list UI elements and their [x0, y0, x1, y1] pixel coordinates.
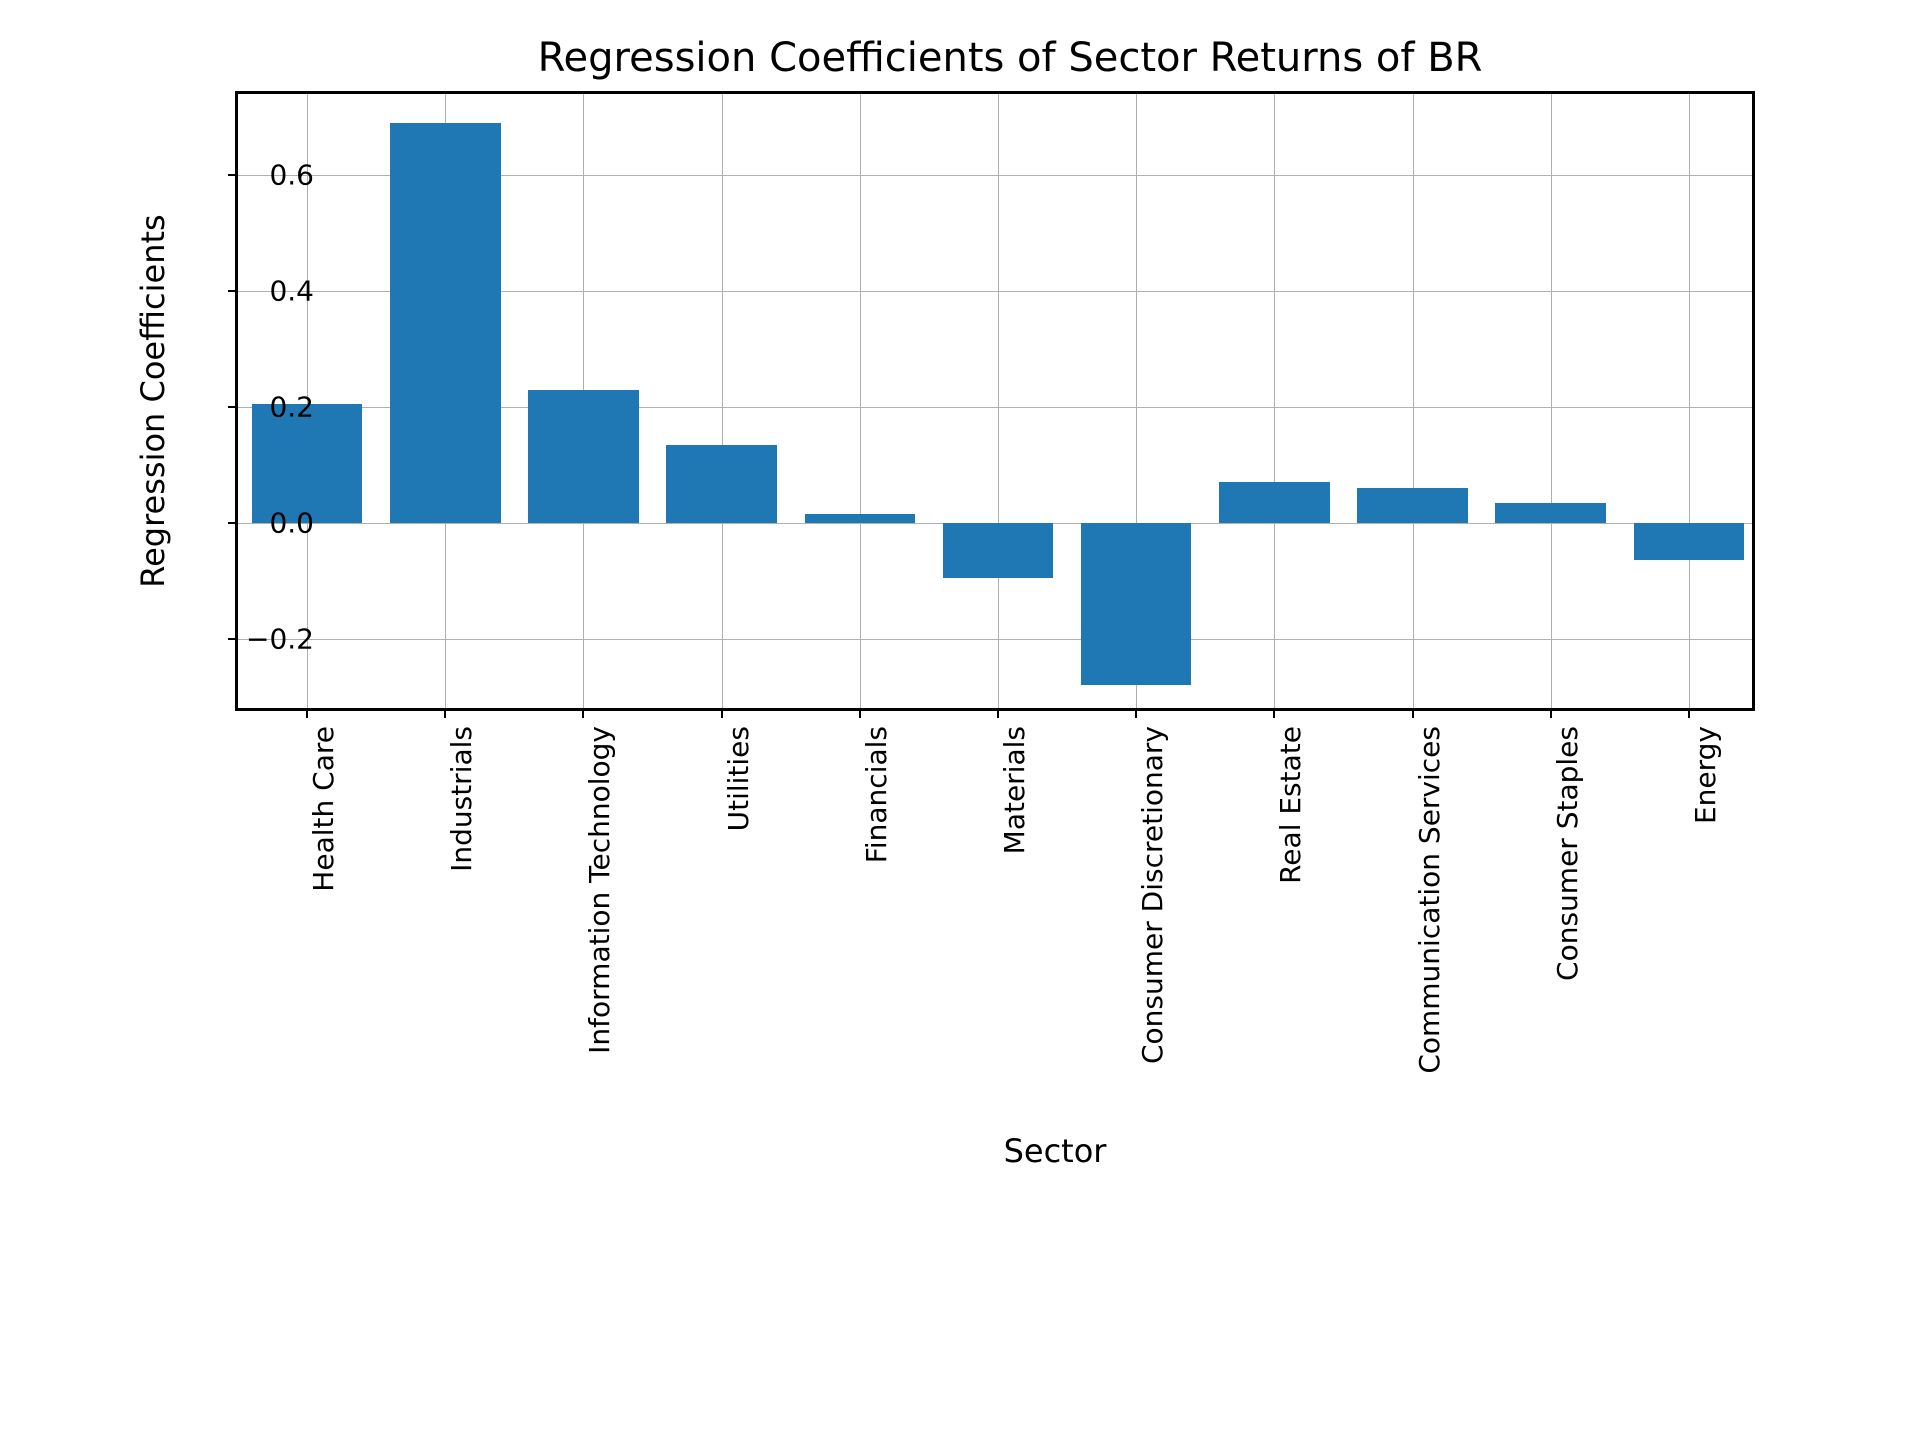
y-tick-label: 0.2	[234, 390, 314, 423]
gridline-v	[860, 94, 861, 708]
x-tick-mark	[444, 708, 446, 718]
x-tick-label: Materials	[998, 726, 1031, 854]
bar	[528, 390, 639, 523]
gridline-h	[238, 639, 1752, 640]
plot-area: Regression Coefficients −0.20.00.20.40.6…	[235, 91, 1755, 711]
bar	[390, 123, 501, 523]
bar	[1219, 482, 1330, 523]
x-tick-mark	[721, 708, 723, 718]
x-tick-label: Financials	[860, 726, 893, 863]
x-tick-label: Consumer Discretionary	[1136, 726, 1169, 1064]
bar	[1081, 523, 1192, 685]
chart-title: Regression Coefficients of Sector Return…	[145, 35, 1785, 81]
gridline-v	[1689, 94, 1690, 708]
x-tick-label: Communication Services	[1413, 726, 1446, 1074]
y-tick-label: −0.2	[234, 622, 314, 655]
bar	[1634, 523, 1745, 561]
x-tick-mark	[1688, 708, 1690, 718]
y-tick-label: 0.6	[234, 159, 314, 192]
x-tick-mark	[582, 708, 584, 718]
y-tick-label: 0.0	[234, 506, 314, 539]
y-tick-label: 0.4	[234, 275, 314, 308]
x-tick-label: Information Technology	[583, 726, 616, 1054]
x-tick-label: Energy	[1689, 726, 1722, 824]
bar	[1495, 503, 1606, 523]
x-tick-mark	[1550, 708, 1552, 718]
x-tick-label: Consumer Staples	[1551, 726, 1584, 981]
x-tick-label: Industrials	[445, 726, 478, 872]
gridline-v	[1413, 94, 1414, 708]
x-tick-mark	[1273, 708, 1275, 718]
gridline-v	[1551, 94, 1552, 708]
x-tick-label: Utilities	[722, 726, 755, 831]
x-tick-label: Real Estate	[1274, 726, 1307, 884]
chart-container: Regression Coefficients of Sector Return…	[145, 35, 1785, 1405]
y-axis-label: Regression Coefficients	[134, 214, 172, 587]
x-tick-label: Health Care	[307, 726, 340, 892]
gridline-v	[1274, 94, 1275, 708]
bar	[805, 514, 916, 523]
gridline-v	[722, 94, 723, 708]
x-tick-mark	[859, 708, 861, 718]
x-axis-label: Sector	[1004, 1132, 1107, 1170]
gridline-v	[998, 94, 999, 708]
bar	[1357, 488, 1468, 523]
x-tick-mark	[1135, 708, 1137, 718]
x-tick-mark	[1412, 708, 1414, 718]
x-tick-mark	[997, 708, 999, 718]
bar	[943, 523, 1054, 578]
x-tick-mark	[306, 708, 308, 718]
bar	[666, 445, 777, 523]
